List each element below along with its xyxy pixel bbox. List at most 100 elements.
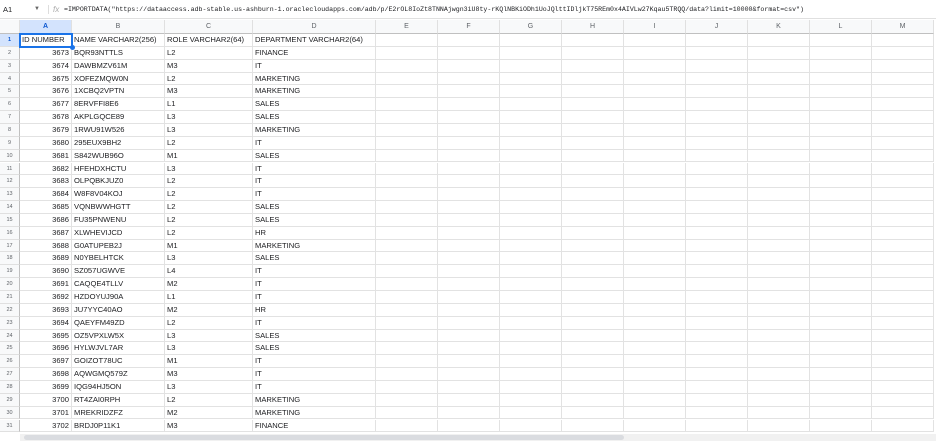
cell[interactable] (686, 355, 748, 369)
cell[interactable] (500, 201, 562, 214)
cell[interactable] (810, 368, 872, 381)
cell[interactable]: 3695 (20, 329, 72, 343)
cell[interactable] (376, 46, 438, 60)
cell[interactable] (438, 342, 500, 356)
cell[interactable]: L3 (165, 111, 253, 124)
cell[interactable] (438, 380, 500, 394)
cell[interactable] (810, 175, 872, 189)
cell[interactable] (810, 419, 872, 433)
cell[interactable] (810, 123, 872, 137)
cell[interactable]: JU7YYC40AO (72, 303, 165, 317)
cell[interactable] (500, 342, 562, 356)
cell[interactable]: OZ5VPXLW5X (72, 329, 165, 343)
cell[interactable] (810, 85, 872, 99)
cell[interactable]: M1 (165, 149, 253, 163)
cell[interactable] (562, 291, 624, 304)
cell[interactable] (376, 226, 438, 240)
cell[interactable] (872, 59, 934, 73)
cell[interactable] (624, 149, 686, 163)
cell[interactable] (500, 252, 562, 266)
cell[interactable] (872, 201, 934, 214)
cell[interactable]: MARKETING (253, 406, 376, 420)
cell[interactable] (748, 291, 810, 304)
cell[interactable] (686, 239, 748, 253)
cell[interactable] (562, 213, 624, 227)
cell[interactable]: 3686 (20, 213, 72, 227)
cell[interactable] (810, 188, 872, 202)
cell[interactable]: 3682 (20, 162, 72, 176)
cell[interactable] (376, 419, 438, 433)
cell[interactable] (624, 355, 686, 369)
cell[interactable]: IT (253, 278, 376, 291)
column-header-d[interactable]: D (253, 20, 376, 34)
cell[interactable]: HYLWJVL7AR (72, 342, 165, 356)
row-header[interactable]: 9 (0, 136, 20, 150)
cell[interactable] (872, 406, 934, 420)
cell[interactable]: 3680 (20, 136, 72, 150)
cell[interactable] (810, 59, 872, 73)
cell[interactable] (810, 239, 872, 253)
row-header[interactable]: 3 (0, 59, 20, 73)
cell[interactable] (748, 162, 810, 176)
cell[interactable]: IT (253, 291, 376, 304)
cell[interactable] (500, 85, 562, 99)
cell[interactable] (562, 278, 624, 291)
cell[interactable] (438, 239, 500, 253)
cell[interactable] (562, 175, 624, 189)
cell[interactable] (376, 380, 438, 394)
cell[interactable] (810, 111, 872, 124)
cell[interactable] (562, 188, 624, 202)
cell[interactable] (748, 342, 810, 356)
cell[interactable] (500, 188, 562, 202)
cell[interactable] (500, 355, 562, 369)
cell[interactable] (686, 46, 748, 60)
cell[interactable] (810, 72, 872, 86)
cell[interactable] (376, 201, 438, 214)
cell[interactable] (562, 393, 624, 407)
cell[interactable] (872, 355, 934, 369)
cell[interactable]: 3679 (20, 123, 72, 137)
cell[interactable] (562, 162, 624, 176)
cell[interactable] (562, 98, 624, 112)
cell[interactable]: L2 (165, 226, 253, 240)
cell[interactable] (438, 303, 500, 317)
cell[interactable] (376, 98, 438, 112)
cell[interactable] (686, 419, 748, 433)
cell[interactable] (748, 278, 810, 291)
cell[interactable] (686, 278, 748, 291)
cell[interactable] (686, 226, 748, 240)
cell[interactable]: L3 (165, 342, 253, 356)
cell[interactable] (748, 175, 810, 189)
column-header-c[interactable]: C (165, 20, 253, 34)
cell[interactable] (438, 419, 500, 433)
chevron-down-icon[interactable]: ▼ (34, 6, 48, 12)
cell[interactable] (810, 329, 872, 343)
cell[interactable] (376, 188, 438, 202)
cell[interactable] (624, 380, 686, 394)
cell[interactable] (438, 406, 500, 420)
cell[interactable] (748, 329, 810, 343)
cell[interactable] (438, 34, 500, 47)
cell[interactable] (438, 226, 500, 240)
cell[interactable]: L2 (165, 136, 253, 150)
cell[interactable] (624, 406, 686, 420)
cell[interactable]: QAEYFM49ZD (72, 316, 165, 330)
cell[interactable]: 3689 (20, 252, 72, 266)
column-header-b[interactable]: B (72, 20, 165, 34)
cell[interactable] (624, 316, 686, 330)
cell[interactable] (748, 72, 810, 86)
cell[interactable] (872, 188, 934, 202)
cell[interactable]: RT4ZAI0RPH (72, 393, 165, 407)
cell[interactable]: 1RWU91W526 (72, 123, 165, 137)
cell[interactable] (872, 226, 934, 240)
cell[interactable]: L2 (165, 316, 253, 330)
cell[interactable] (376, 59, 438, 73)
cell[interactable] (500, 393, 562, 407)
cell[interactable] (872, 98, 934, 112)
column-header-k[interactable]: K (748, 20, 810, 34)
cell[interactable] (872, 149, 934, 163)
cell[interactable] (376, 162, 438, 176)
cell[interactable] (500, 34, 562, 47)
cell[interactable] (500, 303, 562, 317)
cell[interactable]: OLPQBKJUZ0 (72, 175, 165, 189)
